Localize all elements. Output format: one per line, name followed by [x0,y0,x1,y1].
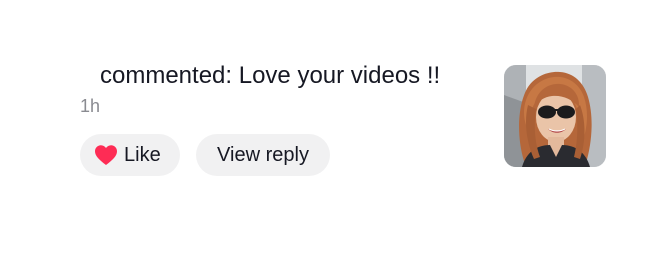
comment-timestamp: 1h [80,96,101,116]
view-reply-label: View reply [217,143,309,166]
heart-icon [95,145,117,165]
video-thumbnail[interactable] [504,65,606,167]
comment-text: commented: Love your videos !! [100,62,441,89]
comment-actions: Like View reply [80,134,330,176]
avatar [504,65,606,167]
like-label: Like [124,143,161,166]
like-button[interactable]: Like [80,134,180,176]
view-reply-button[interactable]: View reply [196,134,330,176]
